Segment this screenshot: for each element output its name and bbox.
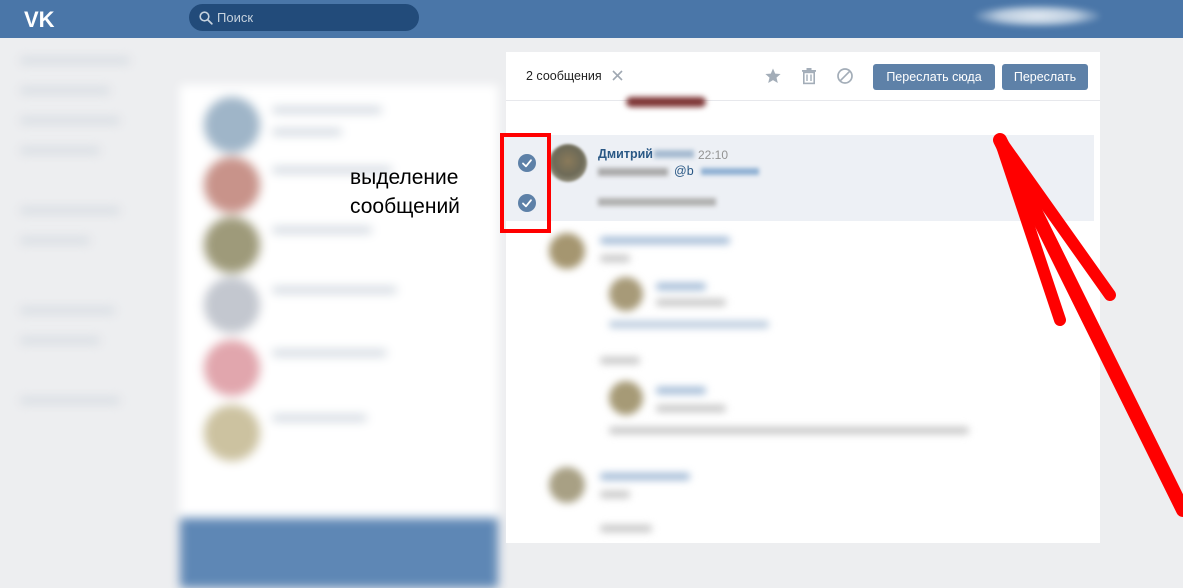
dialog-line[interactable] (272, 129, 342, 135)
left-blurred-area (0, 38, 505, 588)
close-icon[interactable] (611, 69, 624, 82)
blurred-name[interactable] (600, 473, 690, 480)
avatar[interactable] (204, 157, 260, 213)
selected-message[interactable]: Дмитрий 22:10 @b (506, 135, 1094, 221)
avatar[interactable] (609, 381, 643, 415)
nav-item[interactable] (20, 58, 130, 63)
blurred-text (656, 299, 726, 306)
nav-item[interactable] (20, 208, 120, 213)
nav-item[interactable] (20, 308, 115, 313)
dialog-line[interactable] (272, 107, 382, 113)
annotation-line-1: выделение (350, 166, 459, 189)
avatar[interactable] (609, 277, 643, 311)
logo-text: VK (24, 7, 55, 32)
blurred-text (600, 357, 640, 364)
blurred-text (656, 405, 726, 412)
blurred-name[interactable] (600, 237, 730, 244)
avatar[interactable] (204, 405, 260, 461)
dialog-active[interactable] (180, 518, 498, 588)
selection-toolbar: 2 сообщения Переслать сюда Переслать (506, 52, 1100, 101)
message-time[interactable]: 22:10 (698, 148, 728, 162)
dialog-line[interactable] (272, 415, 367, 421)
blurred-text (609, 427, 969, 434)
vk-logo-icon[interactable]: VK (22, 6, 62, 32)
annotation-line-2: сообщений (350, 195, 460, 218)
dialog-line[interactable] (272, 350, 387, 356)
avatar[interactable] (204, 97, 260, 153)
blurred-content (626, 97, 706, 107)
blurred-text (600, 491, 630, 498)
avatar[interactable] (204, 217, 260, 273)
star-icon[interactable] (764, 67, 782, 85)
blurred-text (598, 168, 668, 176)
block-icon[interactable] (836, 67, 854, 85)
search-input[interactable]: Поиск (189, 4, 419, 31)
blurred-surname (654, 150, 694, 158)
blurred-name[interactable] (656, 387, 706, 394)
message-author[interactable]: Дмитрий (598, 147, 653, 161)
blurred-mention (701, 168, 759, 175)
chat-panel: 2 сообщения Переслать сюда Переслать Дми… (506, 52, 1100, 543)
dialog-line[interactable] (272, 227, 372, 233)
nav-item[interactable] (20, 148, 100, 153)
dialog-line[interactable] (272, 287, 397, 293)
selected-count: 2 сообщения (526, 69, 602, 83)
blurred-messages (506, 221, 1100, 543)
avatar[interactable] (549, 467, 585, 503)
dialogs-list (180, 85, 498, 588)
nav-item[interactable] (20, 118, 120, 123)
avatar[interactable] (549, 233, 585, 269)
blurred-text (600, 255, 630, 262)
nav-item[interactable] (20, 338, 100, 343)
selection-highlight-box (500, 133, 551, 233)
nav-item[interactable] (20, 398, 120, 403)
blurred-text (598, 198, 716, 206)
forward-here-button[interactable]: Переслать сюда (873, 64, 995, 90)
trash-icon[interactable] (800, 67, 818, 85)
top-bar: VK Поиск (0, 0, 1183, 38)
user-menu[interactable] (975, 5, 1100, 27)
forward-button[interactable]: Переслать (1002, 64, 1088, 90)
avatar[interactable] (204, 340, 260, 396)
search-placeholder: Поиск (217, 10, 254, 25)
mention-link[interactable]: @b (674, 164, 694, 178)
blurred-text (600, 525, 652, 532)
blurred-text (609, 321, 769, 328)
search-icon (199, 11, 213, 25)
avatar[interactable] (549, 144, 587, 182)
avatar[interactable] (204, 277, 260, 333)
blurred-name[interactable] (656, 283, 706, 290)
nav-item[interactable] (20, 88, 110, 93)
nav-item[interactable] (20, 238, 90, 243)
